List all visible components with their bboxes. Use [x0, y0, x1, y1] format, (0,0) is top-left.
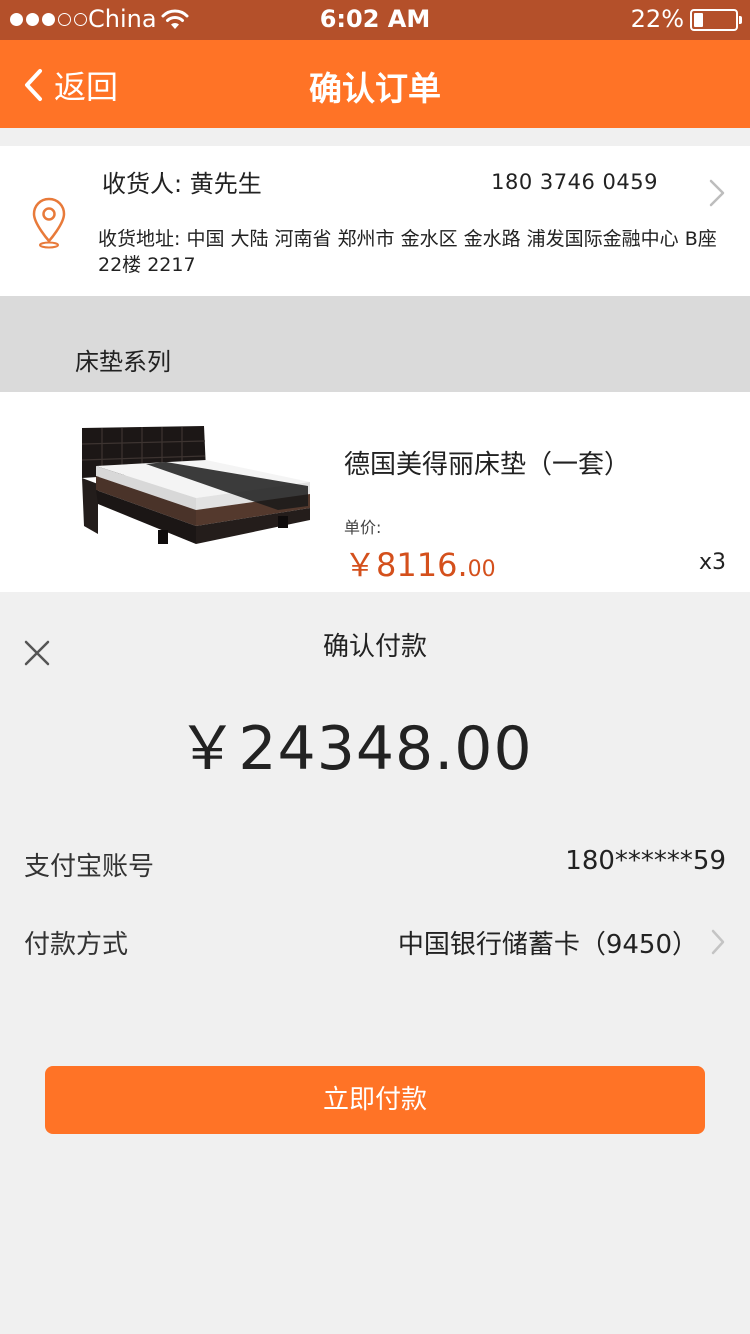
payment-amount: ￥24348.00	[177, 714, 533, 784]
battery-percent: 22%	[630, 5, 684, 33]
battery-level	[694, 13, 703, 27]
alipay-account-row: 支付宝账号 180******59	[0, 834, 750, 894]
status-bar: China 6:02 AM 22%	[0, 0, 750, 40]
recipient-name: 收货人: 黄先生	[102, 170, 262, 198]
navigation-bar: 返回 确认订单	[0, 40, 750, 128]
payment-method-value: 中国银行储蓄卡（9450）	[397, 930, 698, 960]
location-pin-icon	[32, 197, 66, 249]
chevron-right-icon	[711, 929, 725, 955]
product-category-header: 床垫系列	[0, 296, 750, 392]
battery-icon	[690, 9, 742, 31]
unit-price-decimal: 00	[467, 557, 496, 582]
shipping-address-card[interactable]: 收货人: 黄先生 180 3746 0459 收货地址: 中国 大陆 河南省 郑…	[0, 146, 750, 296]
shipping-address: 收货地址: 中国 大陆 河南省 郑州市 金水区 金水路 浦发国际金融中心 B座 …	[98, 228, 717, 276]
recipient-phone: 180 3746 0459	[491, 170, 658, 194]
chevron-right-icon	[709, 179, 725, 207]
unit-price-label: 单价:	[344, 518, 382, 537]
payment-method-row[interactable]: 付款方式 中国银行储蓄卡（9450）	[0, 912, 750, 972]
payment-method-label: 付款方式	[24, 930, 129, 960]
alipay-account-value: 180******59	[565, 846, 726, 876]
unit-price-integer: ￥8116.	[344, 546, 468, 584]
alipay-account-label: 支付宝账号	[24, 852, 155, 882]
pay-now-button[interactable]: 立即付款	[45, 1066, 705, 1134]
back-button[interactable]: 返回	[22, 62, 118, 108]
sheet-title: 确认付款	[322, 632, 427, 662]
product-item: 德国美得丽床垫（一套） 单价: ￥8116.00 x3	[0, 392, 750, 592]
unit-price: ￥8116.00	[344, 540, 496, 586]
payment-confirmation-sheet: 确认付款 ￥24348.00 支付宝账号 180******59 付款方式 中国…	[0, 592, 750, 1334]
product-name: 德国美得丽床垫（一套）	[344, 450, 631, 480]
back-label: 返回	[54, 68, 119, 106]
chevron-left-icon	[25, 69, 42, 101]
category-title: 床垫系列	[75, 348, 171, 376]
quantity: x3	[698, 550, 726, 575]
product-image	[81, 426, 310, 544]
